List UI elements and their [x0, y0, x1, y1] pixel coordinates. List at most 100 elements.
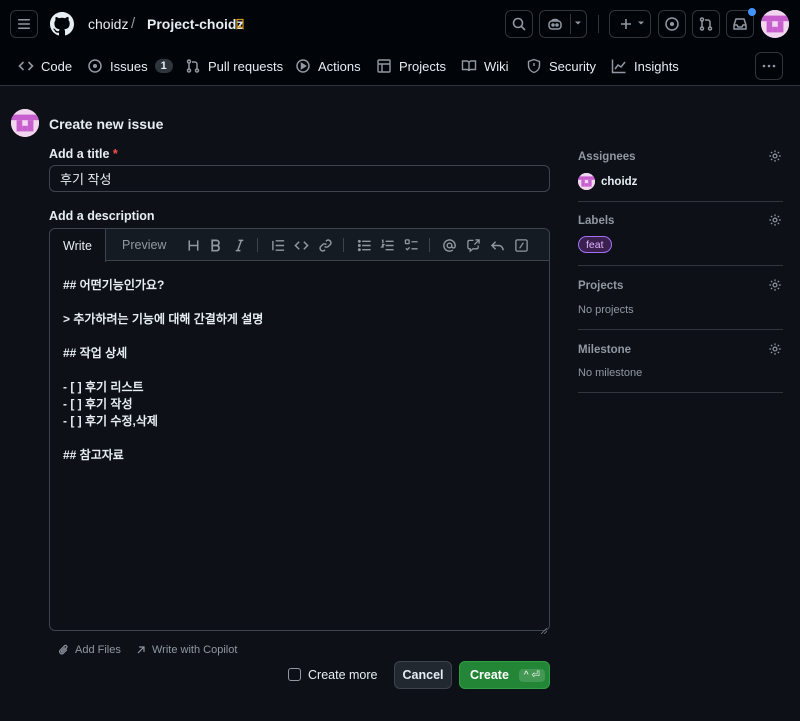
milestone-settings-button[interactable]	[768, 342, 782, 356]
issues-counter: 1	[154, 59, 173, 73]
more-nav-button[interactable]	[755, 52, 783, 80]
labels-heading: Labels	[578, 215, 615, 227]
code-icon	[293, 240, 309, 250]
cross-reference-icon	[466, 238, 480, 253]
tab-actions[interactable]: Actions	[295, 52, 361, 80]
create-more-checkbox[interactable]	[288, 668, 301, 681]
git-pull-request-icon	[699, 17, 713, 31]
add-files-label: Add Files	[75, 644, 121, 656]
tab-wiki[interactable]: Wiki	[461, 52, 509, 80]
projects-settings-button[interactable]	[768, 278, 782, 292]
tab-preview[interactable]: Preview	[122, 229, 166, 261]
editor-textarea[interactable]: ## 어떤기능인가요? > 추가하려는 기능에 대해 간결하게 설명 ## 작업 상…	[63, 277, 533, 464]
slash-command-tool[interactable]	[513, 237, 529, 253]
mention-icon	[442, 238, 456, 252]
create-button[interactable]: Create ^ ⏎	[459, 661, 550, 689]
tab-issues[interactable]: Issues 1	[87, 52, 173, 80]
link-tool[interactable]	[317, 237, 333, 253]
editor-line: ## 어떤기능인가요?	[63, 278, 165, 292]
bookmark-icon	[234, 17, 246, 31]
cancel-button[interactable]: Cancel	[394, 661, 452, 689]
bold-tool[interactable]	[207, 237, 223, 253]
arrow-up-right-icon	[137, 646, 145, 654]
ordered-list-tool[interactable]	[379, 237, 395, 253]
mention-tool[interactable]	[441, 237, 457, 253]
write-with-copilot-button[interactable]: Write with Copilot	[135, 643, 237, 657]
gear-icon	[769, 279, 781, 291]
issues-shortcut-button[interactable]	[658, 10, 686, 38]
tab-code[interactable]: Code	[18, 52, 72, 80]
assignee-avatar	[578, 173, 595, 190]
author-avatar	[11, 109, 39, 137]
assignees-settings-button[interactable]	[768, 149, 782, 163]
inbox-icon	[733, 18, 747, 30]
repo-nav: Code Issues 1 Pull requests Actions Proj…	[0, 52, 800, 80]
tab-security-label: Security	[549, 58, 596, 74]
quote-tool[interactable]	[270, 237, 286, 253]
projects-heading: Projects	[578, 280, 624, 292]
chevron-down-icon	[638, 21, 644, 25]
editor-line: - [ ] 후기 작성	[63, 397, 133, 411]
copilot-button[interactable]	[539, 10, 587, 38]
code-tool[interactable]	[293, 237, 309, 253]
heading-tool[interactable]	[185, 237, 201, 253]
create-new-button[interactable]	[609, 10, 651, 38]
reply-tool[interactable]	[489, 237, 505, 253]
play-icon	[296, 59, 310, 73]
tab-code-label: Code	[41, 58, 73, 74]
book-icon	[461, 60, 477, 72]
title-input-value: 후기 작성	[60, 172, 112, 187]
repo-name-link[interactable]: Project-choidz	[147, 16, 243, 32]
add-files-button[interactable]: Add Files	[58, 643, 121, 657]
inbox-button[interactable]	[726, 8, 756, 38]
code-icon	[18, 61, 34, 71]
sidebar-divider	[578, 329, 783, 330]
unordered-list-tool[interactable]	[356, 237, 372, 253]
page-title: Create new issue	[49, 116, 164, 132]
tab-insights-label: Insights	[634, 58, 679, 74]
italic-icon	[235, 239, 243, 251]
user-avatar[interactable]	[761, 10, 789, 38]
menu-button[interactable]	[10, 10, 38, 38]
reference-tool[interactable]	[465, 237, 481, 253]
task-list-tool[interactable]	[403, 237, 419, 253]
tab-pull-requests[interactable]: Pull requests	[185, 52, 283, 80]
tab-insights[interactable]: Insights	[611, 52, 679, 80]
github-logo-icon[interactable]	[50, 12, 74, 36]
editor-line: - [ ] 후기 수정,삭제	[63, 414, 158, 428]
search-button[interactable]	[505, 10, 533, 38]
milestone-value: No milestone	[578, 367, 643, 379]
issue-opened-icon	[665, 17, 679, 31]
editor-line: ## 작업 상세	[63, 346, 128, 360]
paperclip-icon	[59, 644, 68, 655]
quote-icon	[271, 239, 284, 251]
tab-projects[interactable]: Projects	[376, 52, 446, 80]
tab-security[interactable]: Security	[526, 52, 596, 80]
editor-line: - [ ] 후기 리스트	[63, 380, 144, 394]
git-pull-request-icon	[186, 59, 200, 73]
bold-icon	[210, 239, 220, 251]
description-field-label: Add a description	[49, 209, 155, 223]
title-label-text: Add a title	[49, 147, 110, 161]
italic-tool[interactable]	[231, 237, 247, 253]
issue-opened-icon	[88, 59, 102, 73]
slash-square-icon	[514, 238, 528, 252]
repo-owner-link[interactable]: choidz	[88, 16, 128, 32]
title-input[interactable]: 후기 작성	[49, 165, 550, 192]
tasklist-icon	[404, 238, 418, 251]
create-more-label[interactable]: Create more	[308, 668, 377, 682]
label-badge-feat[interactable]: feat	[578, 236, 612, 253]
editor-line: > 추가하려는 기능에 대해 간결하게 설명	[63, 312, 264, 326]
required-mark: *	[112, 147, 118, 161]
toolbar-divider	[343, 238, 344, 252]
breadcrumb-separator: /	[131, 15, 136, 32]
gear-icon	[769, 343, 781, 355]
assignee-name[interactable]: choidz	[601, 176, 637, 188]
tab-write[interactable]: Write	[50, 229, 106, 262]
create-shortcut-hint: ^ ⏎	[518, 668, 545, 682]
resize-handle-icon[interactable]	[540, 622, 548, 635]
pull-requests-shortcut-button[interactable]	[692, 10, 720, 38]
labels-settings-button[interactable]	[768, 213, 782, 227]
